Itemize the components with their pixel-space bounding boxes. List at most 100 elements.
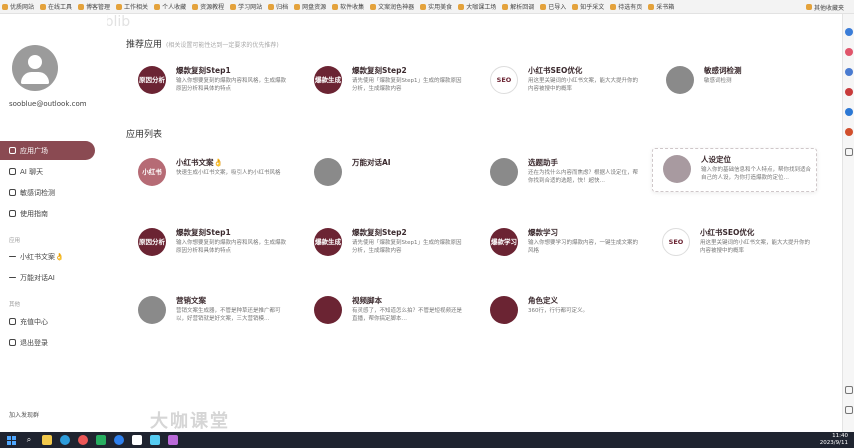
nav-app-square[interactable]: 应用广场 [0,141,95,160]
nav-universal-ai[interactable]: 万能对话AI [0,268,95,287]
app-card[interactable]: 营销文案 营销文案生成器，不管是种草还是推广都可以，好营销就是好文案，三大营销模… [128,290,293,334]
taskbar-app-text[interactable] [130,434,144,446]
folder-icon [42,435,52,445]
bookmark-item[interactable]: 个人收藏 [154,2,186,11]
app-card-desc: 有灵感了，不知道怎么拍？不管是短视频还是直播，帮你搞定脚本… [352,308,463,322]
text-app-icon [132,435,142,445]
folder-icon [294,3,301,10]
taskbar-app-chat[interactable] [94,434,108,446]
search-icon[interactable] [845,28,853,36]
games-icon[interactable] [845,88,853,96]
tools-icon[interactable] [845,68,853,76]
app-card[interactable]: 人设定位 输入你的基础信息和个人特点，帮你找到适合自己的人设，为你打造爆款的定位… [652,148,817,192]
app-card-icon: 小红书 [138,158,166,186]
app-card[interactable]: 爆款学习 爆款学习 输入你想要学习的爆款内容，一键生成文案的风格 [480,222,645,266]
office-icon[interactable] [845,108,853,116]
browser-side-panel [842,14,854,432]
app-card-title: 选题助手 [528,158,558,167]
nav-label: 充值中心 [20,317,48,326]
taskbar-app-mail[interactable] [148,434,162,446]
app-card-title: 小红书SEO优化 [700,228,755,237]
wechat-icon [96,435,106,445]
app-card-desc: 快速生成小红书文案，吸引人的小红书风格 [176,170,281,176]
app-card[interactable]: 角色定义 360行，行行都可定义。 [480,290,645,334]
bookmark-label: 软件收集 [340,4,365,11]
bookmark-item[interactable]: 解析回调 [502,2,534,11]
bookmark-item[interactable]: 软件收集 [332,2,364,11]
app-card[interactable]: SEO 小红书SEO优化 用这里关键词的小红书文案，能大大提升你的内容被搜中的概率 [480,60,645,104]
nav-guide[interactable]: 使用指南 [0,204,95,223]
bookmark-item[interactable]: 知乎采文 [572,2,604,11]
app-card[interactable]: 原因分析 爆款复刻Step1 输入你想要复刻的爆款内容和风格，生成爆款原因分析和具体… [128,60,293,104]
app-card-icon: 爆款生成 [314,228,342,256]
nav-label: 敏感词检测 [20,188,55,197]
taskbar-app-edge[interactable] [112,434,126,446]
bookmark-item[interactable]: 归档 [268,2,288,11]
taskbar-app-music[interactable] [166,434,180,446]
settings-icon[interactable] [845,406,853,414]
folder-icon [78,3,85,10]
app-card[interactable]: 敏感词检测 敏感词检测 [656,60,821,104]
bookmark-label: 知乎采文 [580,4,605,11]
bookmark-item[interactable]: 已导入 [540,2,566,11]
taskbar-app-files[interactable] [40,434,54,446]
bookmark-item[interactable]: 博客管理 [78,2,110,11]
shield-icon [9,189,16,196]
taskbar-clock[interactable]: 11:40 2023/9/11 [820,433,848,447]
start-button[interactable] [4,434,18,446]
bookmark-label: 大咖课工场 [466,4,497,11]
folder-icon [648,3,655,10]
bookmark-label: 解析回调 [510,4,535,11]
app-card[interactable]: 视频脚本 有灵感了，不知道怎么拍？不管是短视频还是直播，帮你搞定脚本… [304,290,469,334]
add-icon[interactable] [845,148,853,156]
bookmark-item[interactable]: 学习网站 [230,2,262,11]
app-card[interactable]: SEO 小红书SEO优化 用这里关键词的小红书文案，能大大提升你的内容被搜中的概率 [652,222,817,266]
bookmark-item[interactable]: 采书箱 [648,2,674,11]
bookmark-item[interactable]: 工作相关 [116,2,148,11]
app-card[interactable]: 原因分析 爆款复刻Step1 输入你想要复刻的爆款内容和风格，生成爆款原因分析和具体… [128,222,293,266]
app-card-desc: 请先使用「爆款复刻Step1」生成的爆款原因分析，生成爆款内容 [352,78,462,92]
search-icon: ⌕ [26,435,32,444]
app-card[interactable]: 小红书 小红书文案👌 快速生成小红书文案，吸引人的小红书风格 [128,152,293,196]
app-card-icon: 爆款学习 [490,228,518,256]
bookmark-item[interactable]: 待选有页 [610,2,642,11]
app-card[interactable]: 爆款生成 爆款复刻Step2 请先使用「爆款复刻Step1」生成的爆款原因分析，生成… [304,60,469,104]
outlook-icon[interactable] [845,128,853,136]
app-card-icon: 原因分析 [138,66,166,94]
bookmark-item[interactable]: 在线工具 [40,2,72,11]
join-group-link[interactable]: 加入发现群 [9,410,39,419]
layout-icon[interactable] [845,386,853,394]
favorite-icon[interactable] [845,48,853,56]
nav-sensitive-check[interactable]: 敏感词检测 [0,183,95,202]
app-card[interactable]: 选题助手 还在为找什么内容而焦虑？根据人设定位，帮你找到合适的选题，快！超快… [480,152,645,196]
bookmark-other[interactable]: 其他收藏夹 [805,0,844,14]
app-card-title: 爆款复刻Step2 [352,66,407,75]
dash-icon [9,256,16,257]
taskbar-app-browser[interactable] [58,434,72,446]
nav-logout[interactable]: 退出登录 [0,333,95,352]
chrome-icon [78,435,88,445]
app-card-desc: 请先使用「爆款复刻Step1」生成的爆款原因分析，生成爆款内容 [352,240,462,254]
clock-date: 2023/9/11 [819,440,848,446]
app-card[interactable]: 爆款生成 爆款复刻Step2 请先使用「爆款复刻Step1」生成的爆款原因分析，生成… [304,222,469,266]
folder-icon [420,3,427,10]
bookmark-label: 学习网站 [238,4,263,11]
taskbar-app-chrome[interactable] [76,434,90,446]
bookmark-item[interactable]: 实用美食 [420,2,452,11]
bookmark-item[interactable]: 网盘资源 [294,2,326,11]
bookmark-item[interactable]: 文案润色神器 [370,2,414,11]
folder-icon [192,3,199,10]
taskbar-search-button[interactable]: ⌕ [22,434,36,446]
bookmark-item[interactable]: 资源教程 [192,2,224,11]
avatar[interactable] [12,45,58,91]
bookmark-item[interactable]: 优质网站 [2,2,34,11]
nav-xiaohongshu[interactable]: 小红书文案👌 [0,247,95,266]
nav-ai-chat[interactable]: AI 聊天 [0,162,95,181]
edge-icon [114,435,124,445]
watermark: 大咖课堂 [150,411,230,432]
app-card[interactable]: 万能对话AI [304,152,469,196]
bookmark-other-label: 其他收藏夹 [813,4,844,12]
nav-recharge[interactable]: 充值中心 [0,312,95,331]
folder-icon [268,3,275,10]
bookmark-item[interactable]: 大咖课工场 [458,2,496,11]
